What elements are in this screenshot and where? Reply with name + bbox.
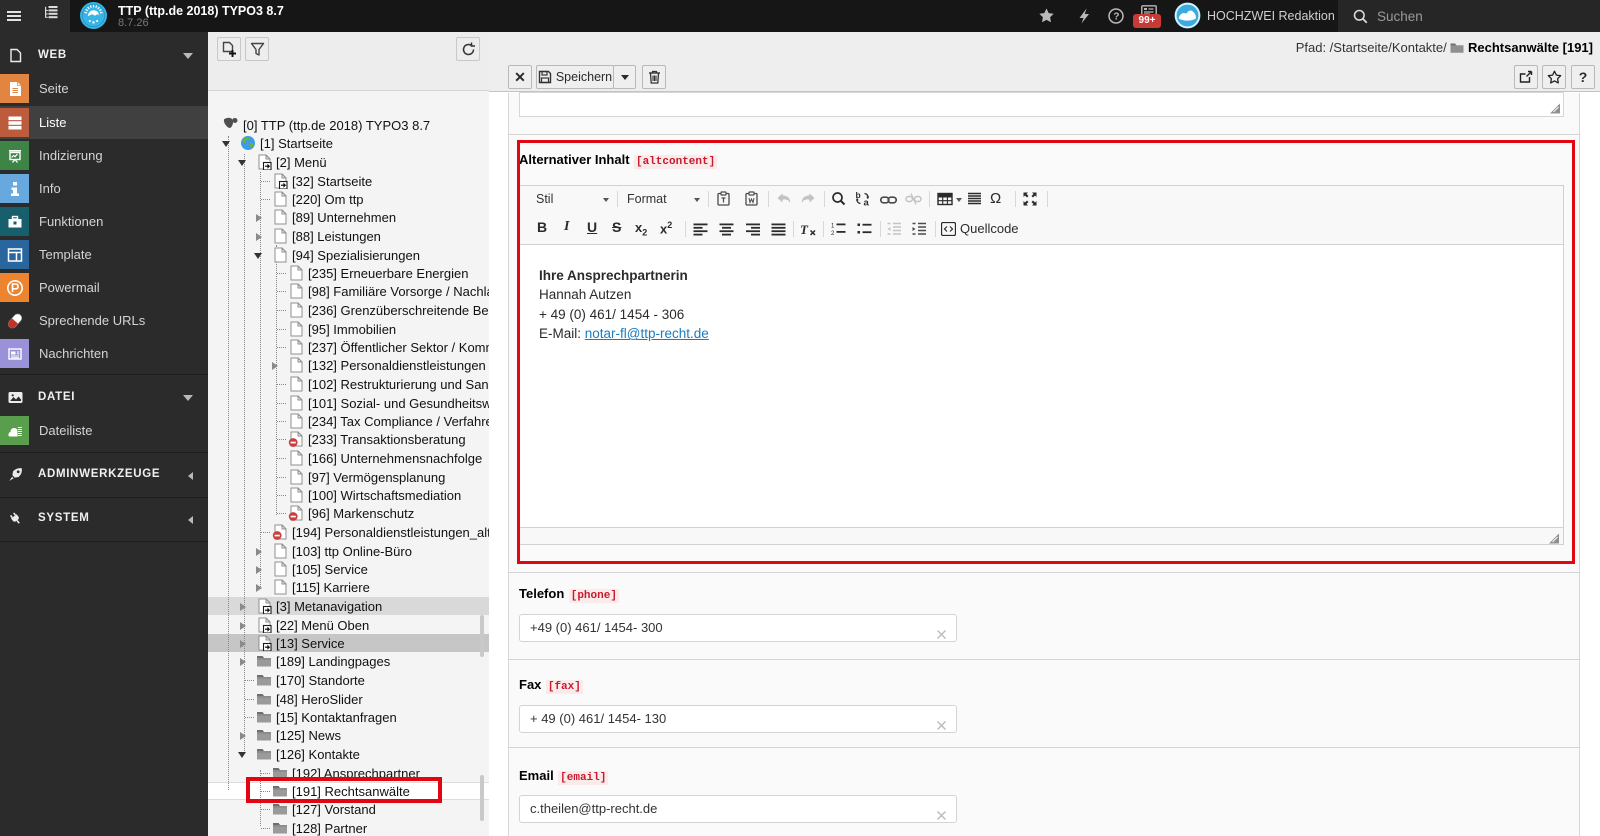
svg-text:?: ? xyxy=(1113,12,1119,23)
